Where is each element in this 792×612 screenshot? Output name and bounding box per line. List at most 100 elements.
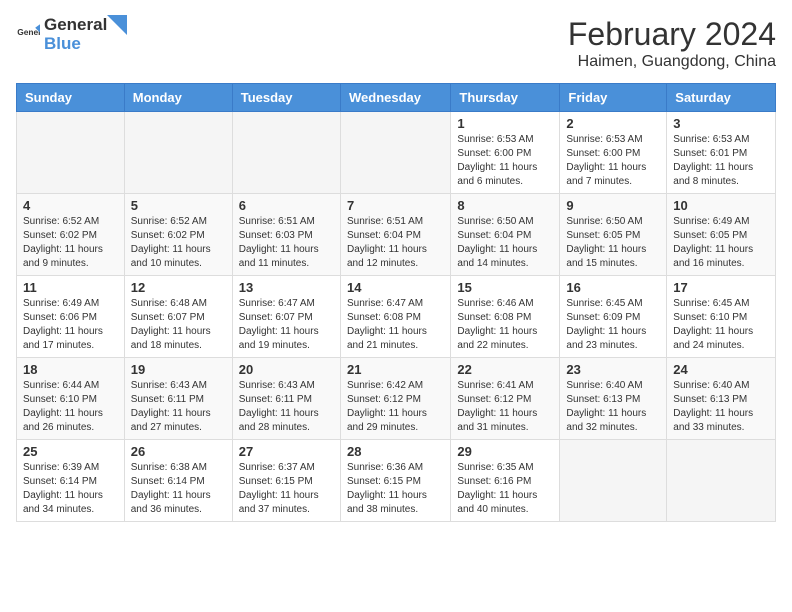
day-number: 18 — [23, 362, 118, 377]
calendar-header-row: SundayMondayTuesdayWednesdayThursdayFrid… — [17, 84, 776, 112]
calendar-cell — [17, 112, 125, 194]
day-number: 11 — [23, 280, 118, 295]
day-number: 13 — [239, 280, 334, 295]
calendar-cell: 3Sunrise: 6:53 AMSunset: 6:01 PMDaylight… — [667, 112, 776, 194]
logo-arrow-icon — [107, 15, 127, 45]
day-info: Sunrise: 6:43 AMSunset: 6:11 PMDaylight:… — [131, 379, 226, 435]
calendar-cell: 14 Sunrise: 6:47 AMSunset: 6:08 PMDayligh… — [340, 276, 450, 358]
day-number: 2 — [566, 116, 660, 131]
calendar-cell: 9 Sunrise: 6:50 AMSunset: 6:05 PMDaylight… — [560, 194, 667, 276]
day-info: Sunrise: 6:50 AMSunset: 6:05 PMDaylight:… — [566, 215, 660, 271]
day-number: 27 — [239, 444, 334, 459]
calendar-table: SundayMondayTuesdayWednesdayThursdayFrid… — [16, 83, 776, 522]
day-info: Sunrise: 6:48 AMSunset: 6:07 PMDaylight:… — [131, 297, 226, 353]
logo-general-text: General — [44, 16, 107, 35]
calendar-cell: 29 Sunrise: 6:35 AMSunset: 6:16 PMDayligh… — [451, 440, 560, 522]
calendar-cell: 1Sunrise: 6:53 AMSunset: 6:00 PMDaylight… — [451, 112, 560, 194]
calendar-cell: 6Sunrise: 6:51 AMSunset: 6:03 PMDaylight… — [232, 194, 340, 276]
logo-icon: General — [16, 23, 40, 47]
calendar-cell: 22Sunrise: 6:41 AMSunset: 6:12 PMDayligh… — [451, 358, 560, 440]
day-number: 9 — [566, 198, 660, 213]
day-number: 26 — [131, 444, 226, 459]
day-info: Sunrise: 6:45 AMSunset: 6:09 PMDaylight:… — [566, 297, 660, 353]
calendar-week-row: 1Sunrise: 6:53 AMSunset: 6:00 PMDaylight… — [17, 112, 776, 194]
day-info: Sunrise: 6:52 AMSunset: 6:02 PMDaylight:… — [23, 215, 118, 271]
day-header-sunday: Sunday — [17, 84, 125, 112]
day-number: 4 — [23, 198, 118, 213]
day-header-monday: Monday — [124, 84, 232, 112]
day-number: 1 — [457, 116, 553, 131]
day-number: 25 — [23, 444, 118, 459]
day-info: Sunrise: 6:36 AMSunset: 6:15 PMDaylight:… — [347, 461, 444, 517]
calendar-cell — [340, 112, 450, 194]
day-header-saturday: Saturday — [667, 84, 776, 112]
calendar-cell: 24 Sunrise: 6:40 AMSunset: 6:13 PMDayligh… — [667, 358, 776, 440]
calendar-cell: 21 Sunrise: 6:42 AMSunset: 6:12 PMDayligh… — [340, 358, 450, 440]
page-header: General General Blue February 2024 Haime… — [16, 16, 776, 71]
day-number: 16 — [566, 280, 660, 295]
day-info: Sunrise: 6:38 AMSunset: 6:14 PMDaylight:… — [131, 461, 226, 517]
day-number: 12 — [131, 280, 226, 295]
day-info: Sunrise: 6:43 AMSunset: 6:11 PMDaylight:… — [239, 379, 334, 435]
day-number: 20 — [239, 362, 334, 377]
day-header-tuesday: Tuesday — [232, 84, 340, 112]
day-info: Sunrise: 6:52 AMSunset: 6:02 PMDaylight:… — [131, 215, 226, 271]
day-number: 24 — [673, 362, 769, 377]
calendar-cell: 13 Sunrise: 6:47 AMSunset: 6:07 PMDayligh… — [232, 276, 340, 358]
day-number: 21 — [347, 362, 444, 377]
logo-blue-text: Blue — [44, 35, 107, 54]
calendar-cell — [232, 112, 340, 194]
day-number: 7 — [347, 198, 444, 213]
day-info: Sunrise: 6:46 AMSunset: 6:08 PMDaylight:… — [457, 297, 553, 353]
day-number: 22 — [457, 362, 553, 377]
day-info: Sunrise: 6:50 AMSunset: 6:04 PMDaylight:… — [457, 215, 553, 271]
calendar-cell: 17 Sunrise: 6:45 AMSunset: 6:10 PMDayligh… — [667, 276, 776, 358]
day-info: Sunrise: 6:51 AMSunset: 6:04 PMDaylight:… — [347, 215, 444, 271]
calendar-cell: 28Sunrise: 6:36 AMSunset: 6:15 PMDayligh… — [340, 440, 450, 522]
day-number: 23 — [566, 362, 660, 377]
day-info: Sunrise: 6:39 AMSunset: 6:14 PMDaylight:… — [23, 461, 118, 517]
day-info: Sunrise: 6:47 AMSunset: 6:08 PMDaylight:… — [347, 297, 444, 353]
day-info: Sunrise: 6:35 AMSunset: 6:16 PMDaylight:… — [457, 461, 553, 517]
calendar-cell: 7 Sunrise: 6:51 AMSunset: 6:04 PMDaylight… — [340, 194, 450, 276]
day-header-friday: Friday — [560, 84, 667, 112]
calendar-cell: 2Sunrise: 6:53 AMSunset: 6:00 PMDaylight… — [560, 112, 667, 194]
calendar-week-row: 18 Sunrise: 6:44 AMSunset: 6:10 PMDayligh… — [17, 358, 776, 440]
day-info: Sunrise: 6:40 AMSunset: 6:13 PMDaylight:… — [566, 379, 660, 435]
calendar-week-row: 11Sunrise: 6:49 AMSunset: 6:06 PMDayligh… — [17, 276, 776, 358]
calendar-cell: 20 Sunrise: 6:43 AMSunset: 6:11 PMDayligh… — [232, 358, 340, 440]
calendar-cell: 19Sunrise: 6:43 AMSunset: 6:11 PMDayligh… — [124, 358, 232, 440]
day-number: 14 — [347, 280, 444, 295]
calendar-cell: 16 Sunrise: 6:45 AMSunset: 6:09 PMDayligh… — [560, 276, 667, 358]
day-info: Sunrise: 6:37 AMSunset: 6:15 PMDaylight:… — [239, 461, 334, 517]
calendar-week-row: 25 Sunrise: 6:39 AMSunset: 6:14 PMDayligh… — [17, 440, 776, 522]
calendar-cell: 11Sunrise: 6:49 AMSunset: 6:06 PMDayligh… — [17, 276, 125, 358]
calendar-cell: 8 Sunrise: 6:50 AMSunset: 6:04 PMDaylight… — [451, 194, 560, 276]
day-number: 8 — [457, 198, 553, 213]
calendar-cell: 12 Sunrise: 6:48 AMSunset: 6:07 PMDayligh… — [124, 276, 232, 358]
day-info: Sunrise: 6:42 AMSunset: 6:12 PMDaylight:… — [347, 379, 444, 435]
page-title: February 2024 — [568, 16, 776, 53]
day-number: 5 — [131, 198, 226, 213]
calendar-cell: 15Sunrise: 6:46 AMSunset: 6:08 PMDayligh… — [451, 276, 560, 358]
day-info: Sunrise: 6:49 AMSunset: 6:05 PMDaylight:… — [673, 215, 769, 271]
day-info: Sunrise: 6:51 AMSunset: 6:03 PMDaylight:… — [239, 215, 334, 271]
calendar-cell: 26 Sunrise: 6:38 AMSunset: 6:14 PMDayligh… — [124, 440, 232, 522]
day-info: Sunrise: 6:44 AMSunset: 6:10 PMDaylight:… — [23, 379, 118, 435]
day-info: Sunrise: 6:47 AMSunset: 6:07 PMDaylight:… — [239, 297, 334, 353]
calendar-cell: 18 Sunrise: 6:44 AMSunset: 6:10 PMDayligh… — [17, 358, 125, 440]
day-number: 3 — [673, 116, 769, 131]
calendar-cell: 4 Sunrise: 6:52 AMSunset: 6:02 PMDaylight… — [17, 194, 125, 276]
calendar-cell: 25 Sunrise: 6:39 AMSunset: 6:14 PMDayligh… — [17, 440, 125, 522]
calendar-cell — [124, 112, 232, 194]
calendar-cell: 5 Sunrise: 6:52 AMSunset: 6:02 PMDaylight… — [124, 194, 232, 276]
day-info: Sunrise: 6:40 AMSunset: 6:13 PMDaylight:… — [673, 379, 769, 435]
day-header-wednesday: Wednesday — [340, 84, 450, 112]
day-number: 17 — [673, 280, 769, 295]
calendar-week-row: 4 Sunrise: 6:52 AMSunset: 6:02 PMDaylight… — [17, 194, 776, 276]
day-info: Sunrise: 6:45 AMSunset: 6:10 PMDaylight:… — [673, 297, 769, 353]
calendar-cell: 23 Sunrise: 6:40 AMSunset: 6:13 PMDayligh… — [560, 358, 667, 440]
day-number: 29 — [457, 444, 553, 459]
page-subtitle: Haimen, Guangdong, China — [568, 53, 776, 71]
calendar-cell — [560, 440, 667, 522]
